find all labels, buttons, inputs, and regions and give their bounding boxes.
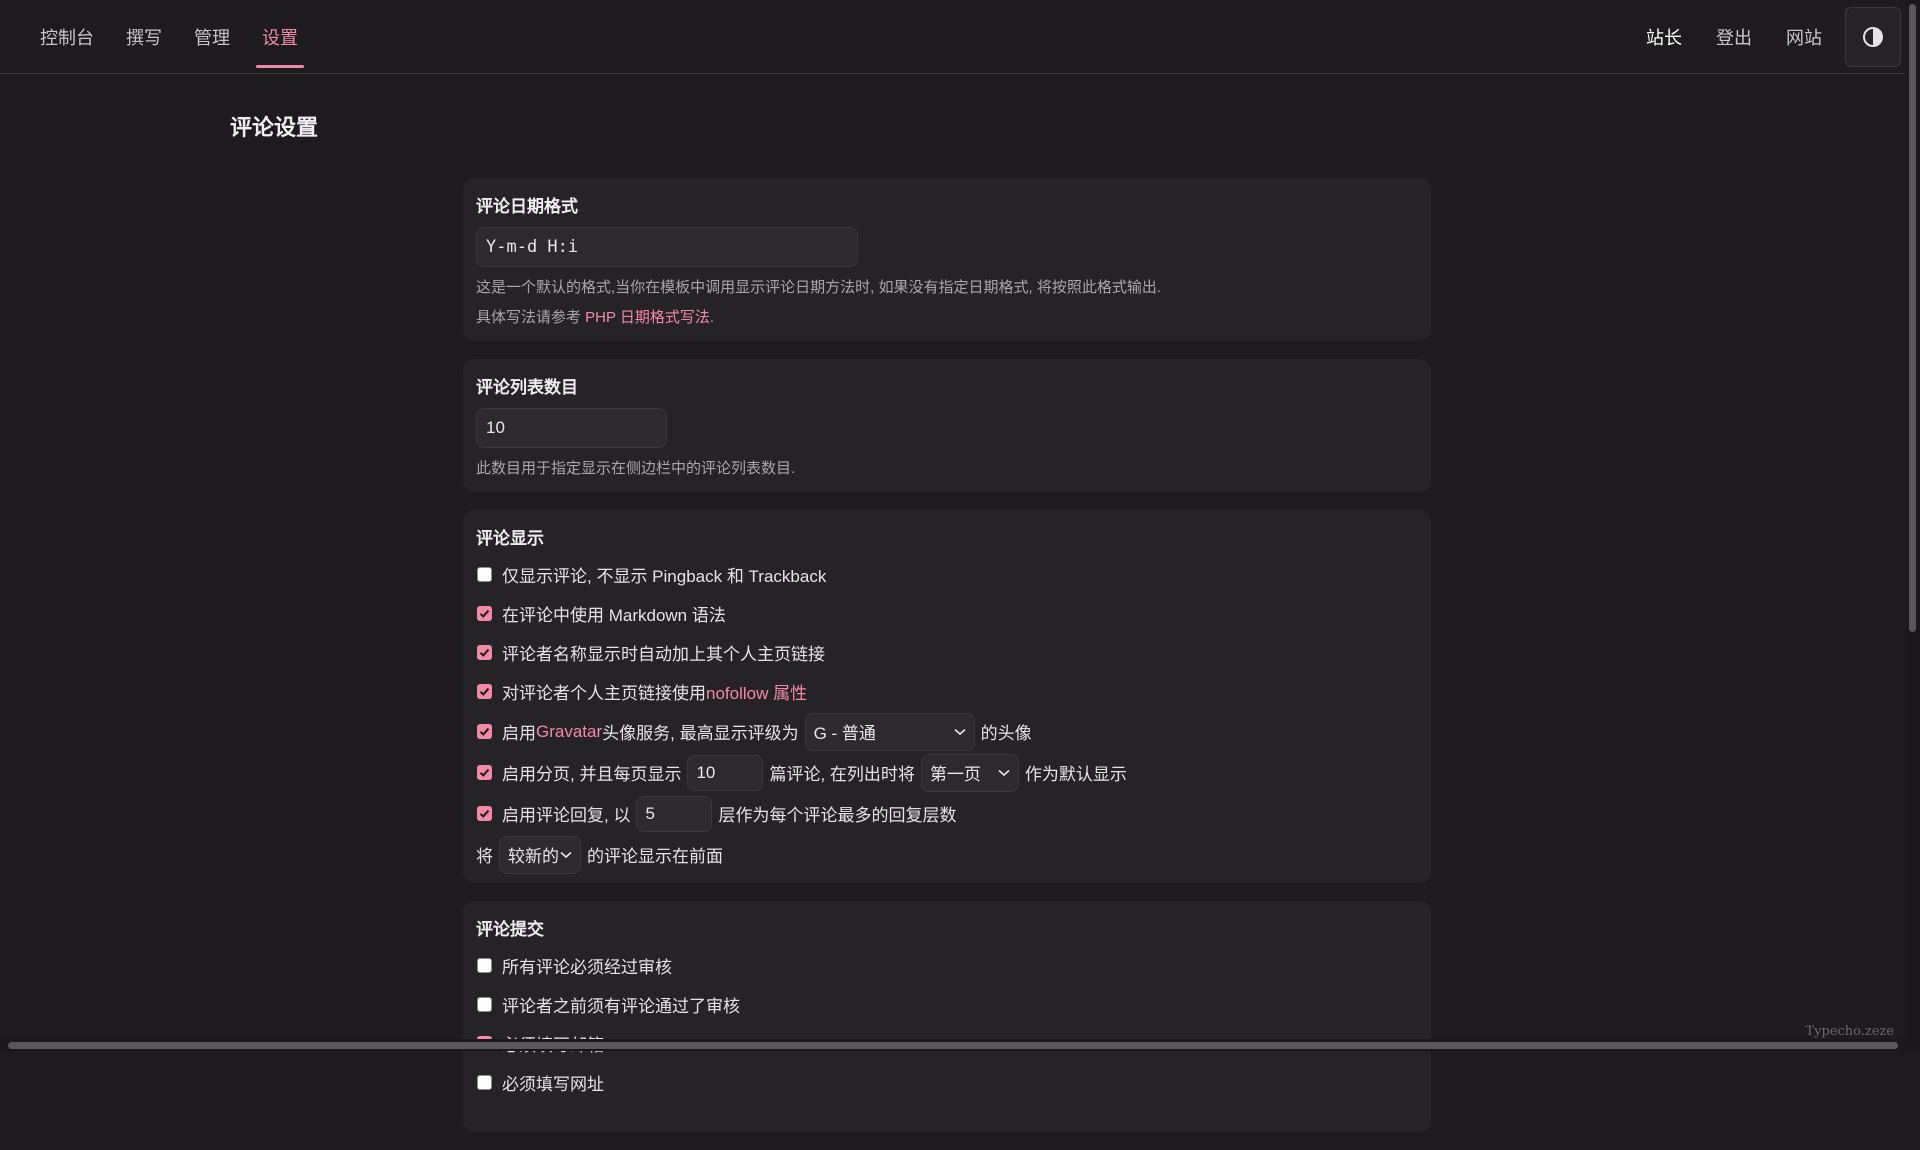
gravatar-link[interactable]: Gravatar <box>536 722 602 742</box>
option-threaded: 启用评论回复, 以 5 层作为每个评论最多的回复层数 <box>476 793 1419 834</box>
nav-logout[interactable]: 登出 <box>1699 0 1769 74</box>
nav-write[interactable]: 撰写 <box>110 0 178 74</box>
nav-settings[interactable]: 设置 <box>246 0 314 74</box>
theme-toggle-button[interactable] <box>1845 7 1901 67</box>
list-size-help: 此数目用于指定显示在侧边栏中的评论列表数目. <box>476 460 796 477</box>
comment-display-label: 评论显示 <box>476 529 544 548</box>
url-link-text: 评论者名称显示时自动加上其个人主页链接 <box>502 645 825 664</box>
markdown-checkbox[interactable] <box>477 606 492 621</box>
option-markdown: 在评论中使用 Markdown 语法 <box>476 594 1419 633</box>
avatar-rating-select[interactable]: G - 普通 <box>804 712 975 751</box>
threaded-suffix: 层作为每个评论最多的回复层数 <box>718 806 957 825</box>
page-break-suffix: 作为默认显示 <box>1024 765 1127 784</box>
check-icon <box>479 809 490 818</box>
avatar-checkbox[interactable] <box>477 724 492 739</box>
date-format-section: 评论日期格式 Y-m-d H:i 这是一个默认的格式,当你在模板中调用显示评论日… <box>463 178 1431 341</box>
page-title: 评论设置 <box>230 115 319 140</box>
whitelist-text: 评论者之前须有评论通过了审核 <box>502 997 740 1016</box>
page-break-mid: 篇评论, 在列出时将 <box>769 765 915 784</box>
only-comments-text: 仅显示评论, 不显示 Pingback 和 Trackback <box>502 567 827 586</box>
option-whitelist: 评论者之前须有评论通过了审核 <box>476 985 1419 1024</box>
horizontal-scrollbar[interactable] <box>0 1039 1905 1051</box>
option-order: 将 较新的 的评论显示在前面 <box>476 834 1419 875</box>
order-suffix: 的评论显示在前面 <box>587 847 723 866</box>
watermark: Typecho.zeze <box>1805 1024 1895 1039</box>
page-break-checkbox[interactable] <box>477 765 492 780</box>
threaded-checkbox[interactable] <box>477 806 492 821</box>
user-menu: 站长 登出 网站 <box>1629 0 1905 74</box>
whitelist-checkbox[interactable] <box>477 997 492 1012</box>
page-size-input[interactable]: 10 <box>687 754 764 791</box>
chevron-down-icon <box>954 728 966 735</box>
chevron-down-icon <box>998 769 1010 776</box>
list-size-input[interactable]: 10 <box>476 408 667 448</box>
default-page-select[interactable]: 第一页 <box>920 753 1019 792</box>
require-url-text: 必须填写网址 <box>502 1075 604 1094</box>
page-break-prefix: 启用分页, 并且每页显示 <box>502 765 682 784</box>
vertical-scrollbar[interactable] <box>1905 0 1920 1051</box>
option-require-moderation: 所有评论必须经过审核 <box>476 946 1419 985</box>
max-nesting-input[interactable]: 5 <box>636 795 713 832</box>
url-link-checkbox[interactable] <box>477 645 492 660</box>
date-format-help-line2: 具体写法请参考 PHP 日期格式写法. <box>476 303 1419 333</box>
chevron-down-icon <box>560 851 572 858</box>
nav-site[interactable]: 网站 <box>1769 0 1839 74</box>
comment-submit-section: 评论提交 所有评论必须经过审核 评论者之前须有评论通过了审核 必须填写邮箱 必须… <box>463 901 1431 1132</box>
option-require-url: 必须填写网址 <box>476 1063 1419 1102</box>
option-only-comments: 仅显示评论, 不显示 Pingback 和 Trackback <box>476 555 1419 594</box>
default-page-value: 第一页 <box>929 765 981 784</box>
comment-order-select[interactable]: 较新的 <box>499 835 581 874</box>
check-icon <box>479 648 490 657</box>
date-format-label: 评论日期格式 <box>476 197 578 216</box>
contrast-icon <box>1863 27 1883 47</box>
nav-dashboard[interactable]: 控制台 <box>24 0 110 74</box>
nofollow-text: 对评论者个人主页链接使用 <box>502 684 706 703</box>
check-icon <box>479 687 490 696</box>
nofollow-checkbox[interactable] <box>477 684 492 699</box>
threaded-prefix: 启用评论回复, 以 <box>502 806 631 825</box>
help-suffix: . <box>709 309 715 326</box>
horizontal-scrollbar-thumb[interactable] <box>8 1042 1898 1049</box>
date-format-help: 这是一个默认的格式,当你在模板中调用显示评论日期方法时, 如果没有指定日期格式,… <box>476 273 1419 333</box>
main-menu: 控制台 撰写 管理 设置 <box>24 0 314 74</box>
only-comments-checkbox[interactable] <box>477 567 492 582</box>
require-moderation-checkbox[interactable] <box>477 958 492 973</box>
check-icon <box>479 727 490 736</box>
top-nav: 控制台 撰写 管理 设置 站长 登出 网站 <box>0 0 1905 74</box>
nofollow-link[interactable]: nofollow 属性 <box>706 679 807 704</box>
check-icon <box>479 768 490 777</box>
settings-form: 评论日期格式 Y-m-d H:i 这是一个默认的格式,当你在模板中调用显示评论日… <box>463 178 1431 1150</box>
markdown-text: 在评论中使用 Markdown 语法 <box>502 606 726 625</box>
nav-owner[interactable]: 站长 <box>1629 0 1699 74</box>
help-prefix: 具体写法请参考 <box>476 309 586 326</box>
comment-submit-label: 评论提交 <box>476 920 544 939</box>
avatar-suffix: 的头像 <box>980 724 1032 743</box>
check-icon <box>479 609 490 618</box>
vertical-scrollbar-thumb[interactable] <box>1909 4 1916 632</box>
option-url-link: 评论者名称显示时自动加上其个人主页链接 <box>476 633 1419 672</box>
date-format-input[interactable]: Y-m-d H:i <box>476 227 858 267</box>
avatar-rating-value: G - 普通 <box>813 724 876 743</box>
option-nofollow: 对评论者个人主页链接使用 nofollow 属性 <box>476 672 1419 711</box>
avatar-mid: 头像服务, 最高显示评级为 <box>602 724 799 743</box>
comment-display-section: 评论显示 仅显示评论, 不显示 Pingback 和 Trackback 在评论… <box>463 510 1431 883</box>
nav-manage[interactable]: 管理 <box>178 0 246 74</box>
list-size-section: 评论列表数目 10 此数目用于指定显示在侧边栏中的评论列表数目. <box>463 359 1431 492</box>
date-format-help-line1: 这是一个默认的格式,当你在模板中调用显示评论日期方法时, 如果没有指定日期格式,… <box>476 279 1162 296</box>
list-size-label: 评论列表数目 <box>476 378 578 397</box>
require-url-checkbox[interactable] <box>477 1075 492 1090</box>
comment-order-value: 较新的 <box>508 847 559 866</box>
require-moderation-text: 所有评论必须经过审核 <box>502 958 672 977</box>
option-avatar: 启用 Gravatar 头像服务, 最高显示评级为 G - 普通 的头像 <box>476 711 1419 752</box>
avatar-prefix: 启用 <box>502 724 536 743</box>
order-prefix: 将 <box>476 847 493 866</box>
php-date-format-link[interactable]: PHP 日期格式写法 <box>585 309 710 326</box>
option-page-break: 启用分页, 并且每页显示 10 篇评论, 在列出时将 第一页 作为默认显示 <box>476 752 1419 793</box>
